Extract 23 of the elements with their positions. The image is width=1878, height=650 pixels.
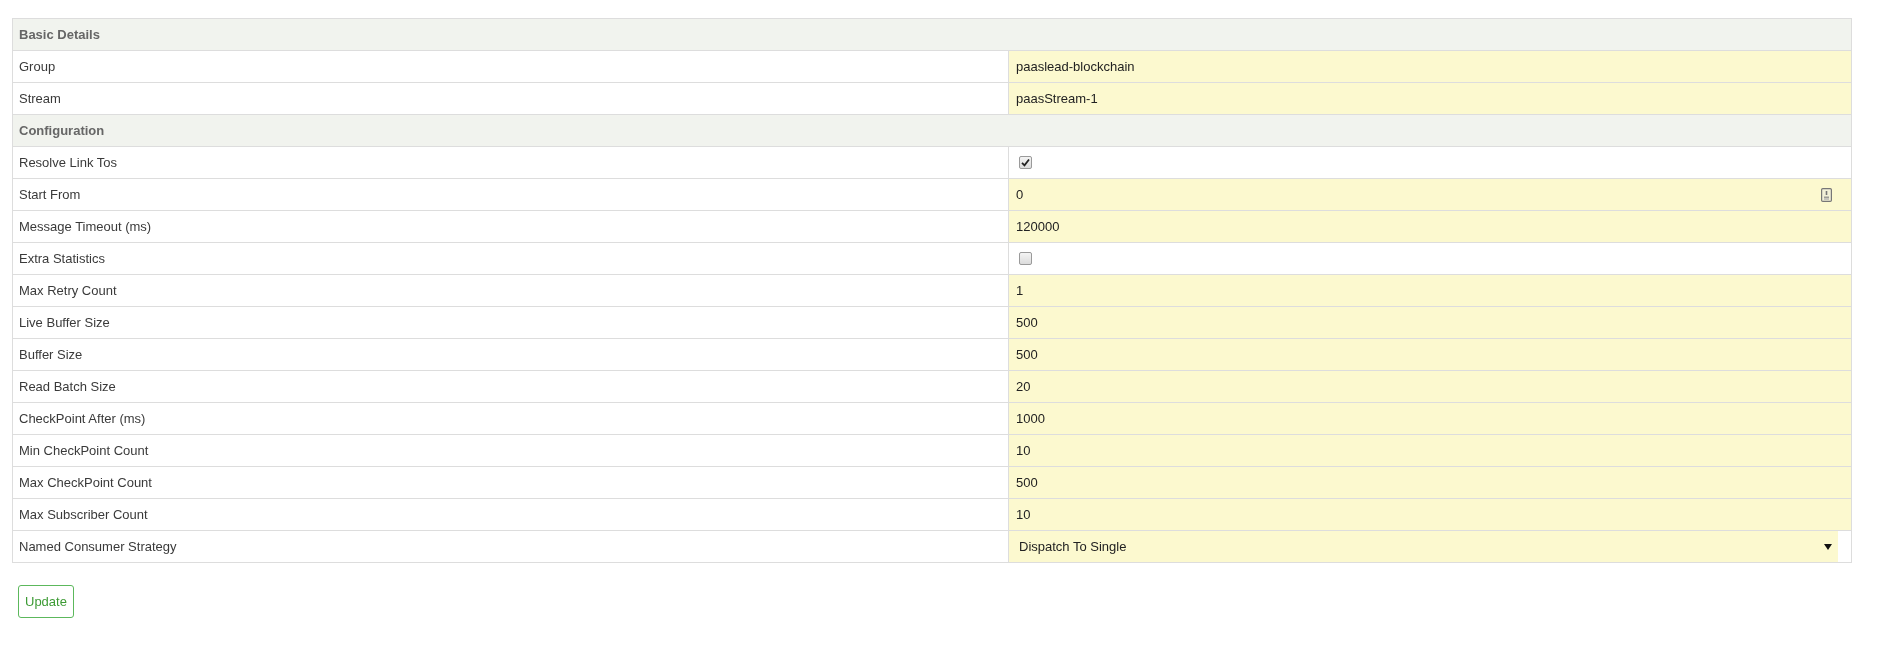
- field-label: Max Subscriber Count: [12, 498, 1009, 531]
- field-label: Stream: [12, 82, 1009, 115]
- field-label: Group: [12, 50, 1009, 83]
- caret-icon: [1824, 543, 1832, 550]
- section-header: Configuration: [12, 114, 1852, 147]
- field-label: Read Batch Size: [12, 370, 1009, 403]
- alert-tile-icon[interactable]: [1821, 188, 1832, 202]
- field-label: CheckPoint After (ms): [12, 402, 1009, 435]
- strategy-dropdown[interactable]: Dispatch To Single: [1009, 531, 1838, 562]
- field-label: Resolve Link Tos: [12, 146, 1009, 179]
- field-label: Max CheckPoint Count: [12, 466, 1009, 499]
- field-label: Live Buffer Size: [12, 306, 1009, 339]
- section-header: Basic Details: [12, 18, 1852, 51]
- checkbox[interactable]: [1019, 252, 1032, 265]
- field-label: Named Consumer Strategy: [12, 530, 1009, 563]
- checkbox[interactable]: [1019, 156, 1032, 169]
- field-label: Message Timeout (ms): [12, 210, 1009, 243]
- field-label: Start From: [12, 178, 1009, 211]
- update-button[interactable]: Update: [18, 585, 74, 618]
- field-label: Max Retry Count: [12, 274, 1009, 307]
- field-label: Extra Statistics: [12, 242, 1009, 275]
- field-label: Buffer Size: [12, 338, 1009, 371]
- field-label: Min CheckPoint Count: [12, 434, 1009, 467]
